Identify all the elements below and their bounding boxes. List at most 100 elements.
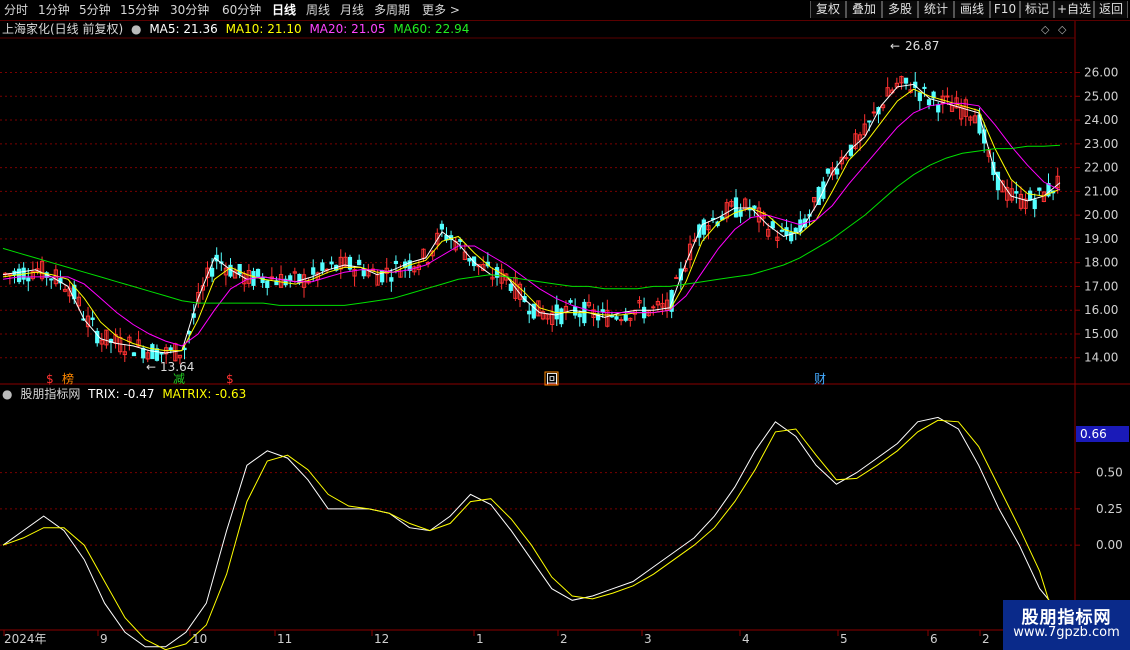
event-marker: 回 <box>546 372 558 386</box>
candle-body <box>600 309 605 313</box>
price-tick-label: 25.00 <box>1084 89 1118 103</box>
indicator-title: 股朋指标网 <box>20 387 81 401</box>
time-tick-label: 1 <box>476 632 484 646</box>
indicator-tick-label: 0.00 <box>1096 538 1123 552</box>
ma-line-2 <box>2 102 1061 347</box>
ma5-label: MA5: 21.36 <box>149 22 218 36</box>
time-tick-label: 5 <box>840 632 848 646</box>
candle-body <box>467 258 472 262</box>
matrix-label: MATRIX: -0.63 <box>162 387 247 401</box>
time-tick-label: 12 <box>374 632 389 646</box>
price-tick-label: 15.00 <box>1084 327 1118 341</box>
candle-body <box>154 348 160 361</box>
candle-body <box>917 92 922 102</box>
time-tick-label: 2 <box>982 632 990 646</box>
candle-body <box>784 227 789 236</box>
candle-body <box>260 277 265 284</box>
price-tick-label: 22.00 <box>1084 161 1118 175</box>
watermark-url: www.7gpzb.com <box>1013 625 1120 640</box>
indicator-tick-label: 0.25 <box>1096 502 1123 516</box>
moving-average-lines <box>2 83 1061 354</box>
low-price-marker: 13.64 <box>160 360 194 374</box>
candle-body <box>867 120 872 123</box>
ma60-label: MA60: 22.94 <box>393 22 470 36</box>
indicator-settings-icon[interactable]: ● <box>2 387 12 401</box>
ma-line-0 <box>2 83 1061 354</box>
candle-body <box>90 317 95 320</box>
candle-body <box>439 223 444 230</box>
candle-body <box>651 306 656 309</box>
candle-body <box>793 227 798 233</box>
candle-body <box>825 168 831 174</box>
candle-body <box>288 275 293 282</box>
time-tick-label: 6 <box>930 632 938 646</box>
candle-body <box>779 229 785 232</box>
time-axis: 2024年 9 10 11 12 1 2 3 4 5 6 2 <box>3 630 990 646</box>
panel-borders <box>0 21 1130 631</box>
price-tick-label: 21.00 <box>1084 184 1118 198</box>
candle-body <box>329 261 334 265</box>
candle-body <box>568 300 573 303</box>
trix-indicator-lines <box>2 416 1061 650</box>
candle-body <box>141 347 146 359</box>
matrix-line <box>2 419 1061 650</box>
time-tick-label: 2024年 <box>4 632 47 646</box>
time-tick-label: 11 <box>277 632 292 646</box>
low-price-arrow: ← <box>146 360 156 374</box>
event-marker: 减 <box>173 372 185 386</box>
time-tick-label: 3 <box>644 632 652 646</box>
price-tick-label: 20.00 <box>1084 208 1118 222</box>
ma20-label: MA20: 21.05 <box>309 22 386 36</box>
legend-toggle-icon[interactable]: ● <box>131 22 141 36</box>
candle-body <box>701 219 706 235</box>
candle-body <box>770 221 775 229</box>
scroll-right-icon[interactable]: ◇ <box>1058 23 1067 36</box>
candle-body <box>527 310 532 315</box>
diamond-icon[interactable]: ◇ <box>1041 23 1050 36</box>
candle-body <box>844 157 849 160</box>
price-tick-label: 23.00 <box>1084 137 1118 151</box>
candle-body <box>393 260 399 265</box>
indicator-legend: ● 股朋指标网 TRIX: -0.47 MATRIX: -0.63 <box>2 387 250 401</box>
candle-body <box>1028 190 1033 201</box>
candle-body <box>1014 191 1019 194</box>
candle-body <box>577 313 582 318</box>
event-marker: $ <box>226 372 234 386</box>
price-tick-label: 17.00 <box>1084 279 1118 293</box>
main-legend: 上海家化(日线 前复权) ● MA5: 21.36 MA10: 21.10 MA… <box>2 22 473 36</box>
price-tick-label: 24.00 <box>1084 113 1118 127</box>
candle-body <box>623 314 628 321</box>
price-tick-label: 18.00 <box>1084 256 1118 270</box>
price-tick-label: 19.00 <box>1084 232 1118 246</box>
event-marker: $ <box>46 372 54 386</box>
candle-body <box>508 283 513 291</box>
candle-body <box>209 267 215 277</box>
candle-body <box>991 161 996 176</box>
candle-body <box>936 104 941 113</box>
candle-body <box>835 168 840 175</box>
indicator-tick-label: 0.50 <box>1096 466 1123 480</box>
candle-body <box>922 86 927 89</box>
candle-body <box>1032 199 1037 210</box>
trix-line <box>2 416 1061 648</box>
candle-body <box>255 268 261 277</box>
candle-body <box>559 308 564 325</box>
candle-body <box>357 259 362 266</box>
price-axis: 14.00 15.00 16.00 17.00 18.00 19.00 20.00 21.00… <box>1075 66 1123 552</box>
candle-body <box>389 277 394 282</box>
candle-body <box>903 77 909 84</box>
candle-body <box>619 319 624 322</box>
kline-chart-area[interactable]: 14.0015.0016.0017.0018.0019.0020.0021.00… <box>0 0 1130 650</box>
price-tick-label: 26.00 <box>1084 66 1118 80</box>
current-value-label: 0.66 <box>1080 427 1107 441</box>
watermark-logo: 股朋指标网 www.7gpzb.com <box>1003 600 1130 650</box>
price-tick-label: 14.00 <box>1084 351 1118 365</box>
candle-body <box>1037 187 1042 191</box>
ma-line-1 <box>2 88 1061 352</box>
candle-body <box>871 111 876 114</box>
ma-line-3 <box>2 144 1061 306</box>
event-marker: 财 <box>814 372 826 386</box>
candle-body <box>320 262 325 271</box>
event-marker: 榜 <box>62 371 74 386</box>
time-tick-label: 4 <box>742 632 750 646</box>
